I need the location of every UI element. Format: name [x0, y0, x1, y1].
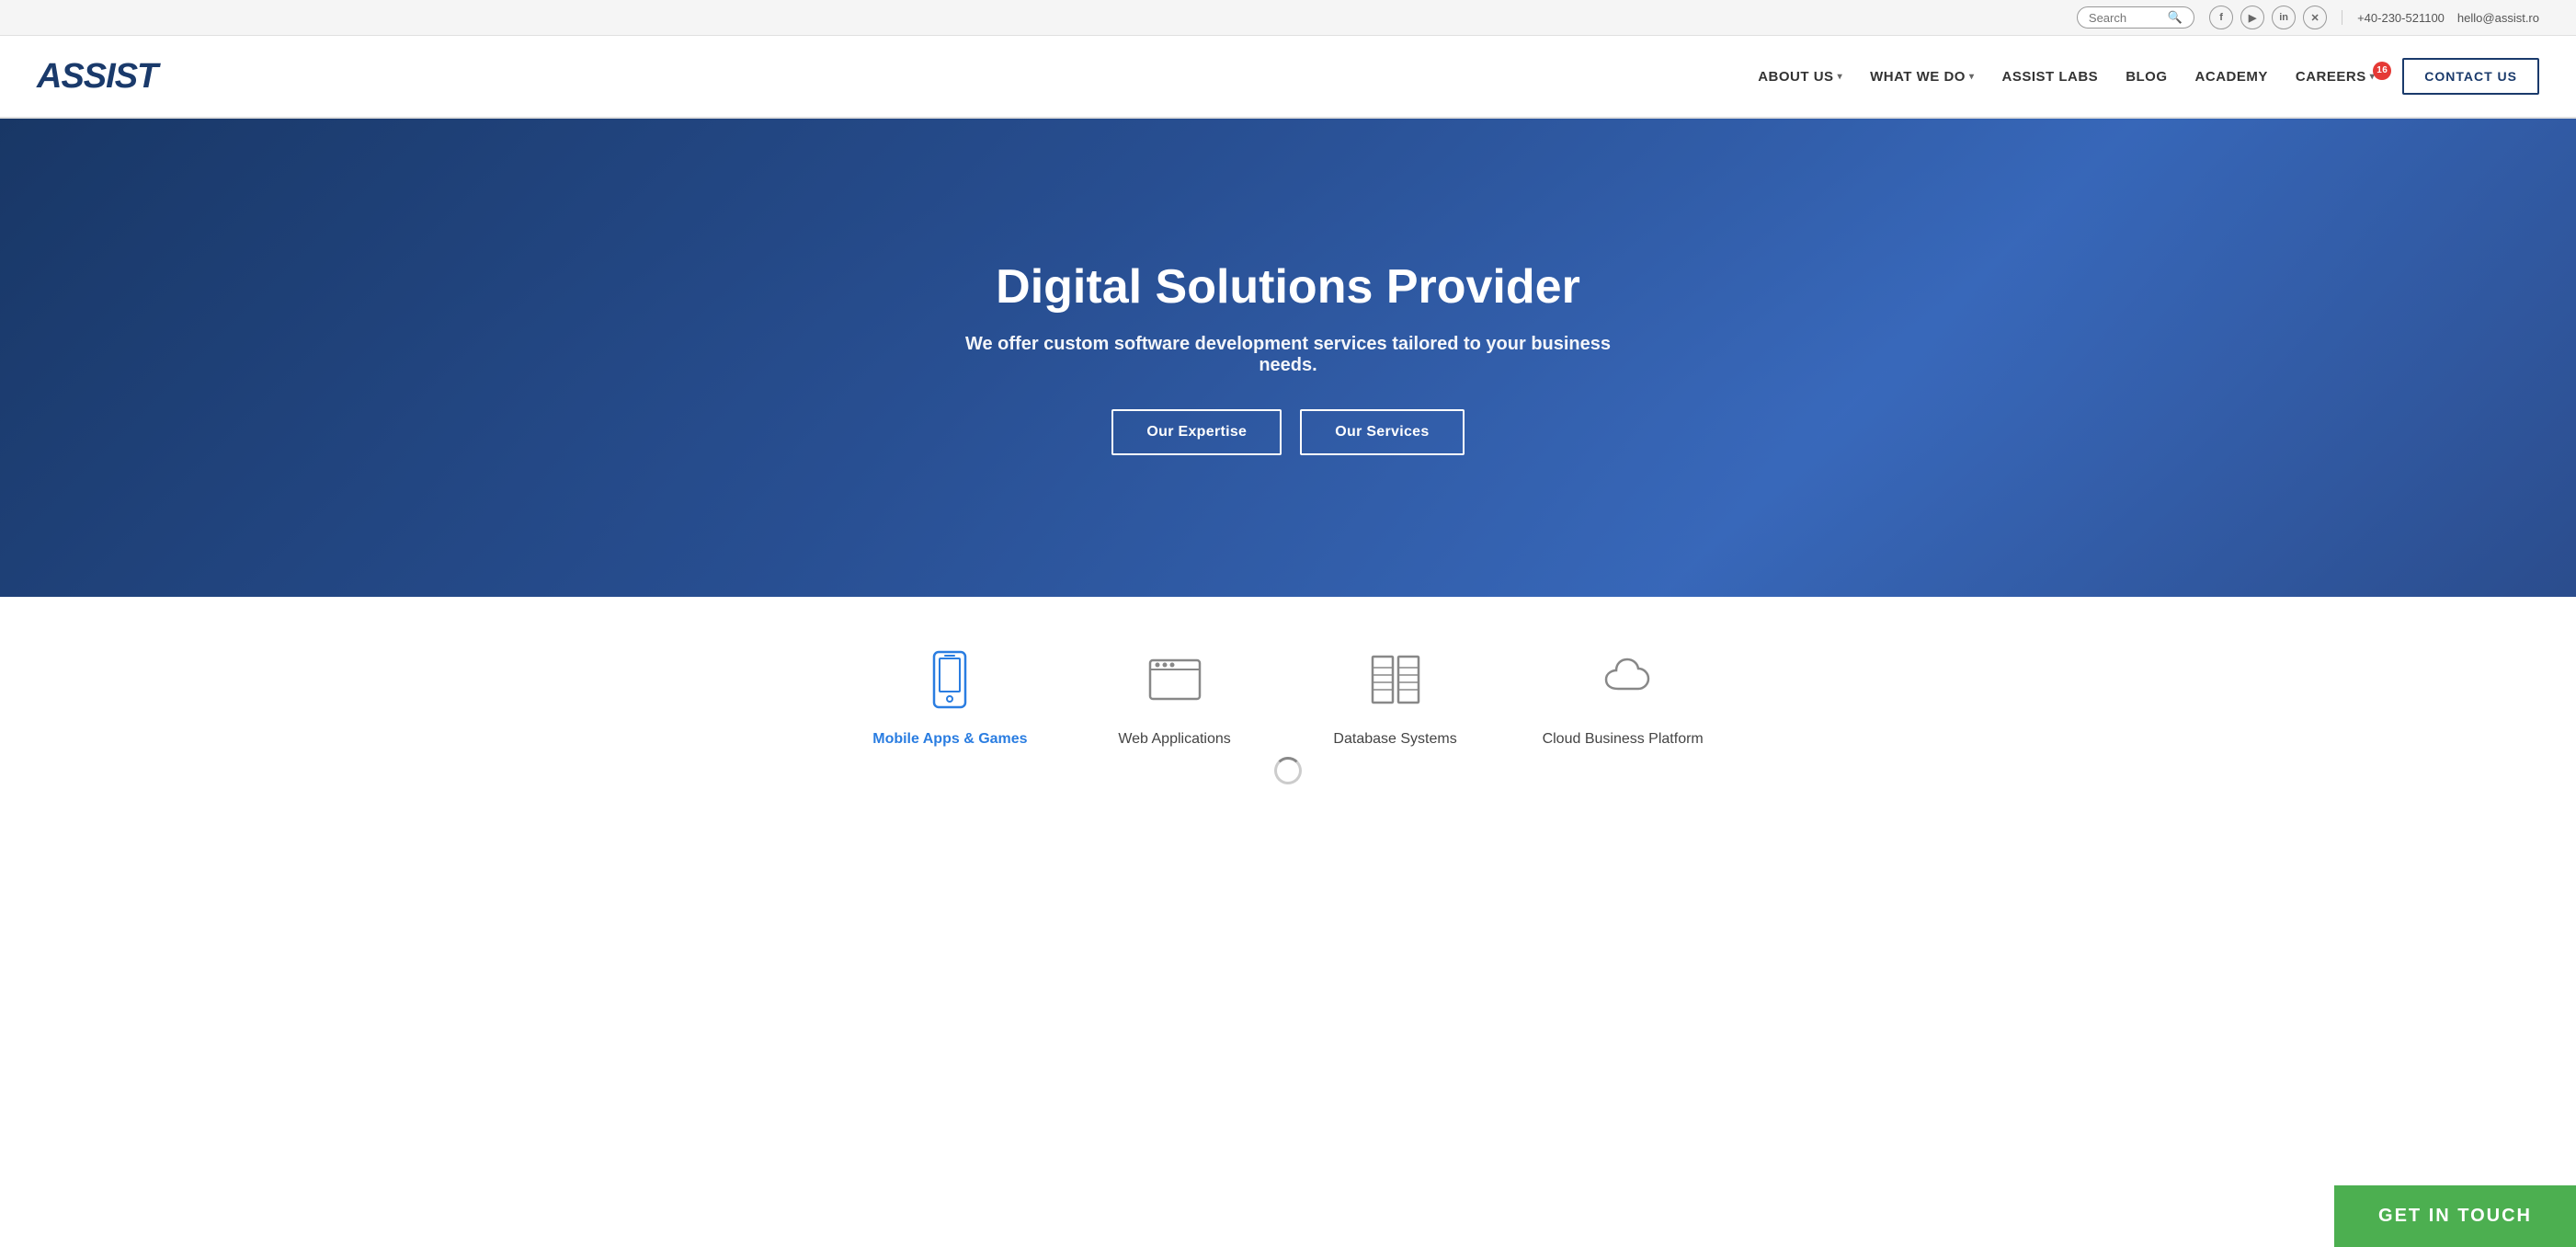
- contact-info: +40-230-521100 hello@assist.ro: [2357, 11, 2539, 25]
- mobile-icon: [913, 643, 986, 716]
- nav-links: ABOUT US ▾ WHAT WE DO ▾ ASSIST LABS BLOG…: [1758, 58, 2539, 95]
- nav-item-assist-labs[interactable]: ASSIST LABS: [2002, 69, 2099, 85]
- youtube-icon[interactable]: ▶: [2240, 6, 2264, 29]
- cloud-icon: [1586, 643, 1659, 716]
- email-address: hello@assist.ro: [2457, 11, 2539, 25]
- linkedin-icon[interactable]: in: [2272, 6, 2296, 29]
- services-section: Mobile Apps & Games Web Applications: [0, 597, 2576, 821]
- loading-spinner: [1274, 757, 1302, 784]
- service-card-web[interactable]: Web Applications: [1101, 643, 1248, 748]
- nav-label-about: ABOUT US: [1758, 69, 1833, 85]
- our-expertise-button[interactable]: Our Expertise: [1111, 409, 1282, 455]
- nav-label-assist-labs: ASSIST LABS: [2002, 69, 2099, 85]
- database-icon: [1359, 643, 1432, 716]
- xing-icon[interactable]: ✕: [2303, 6, 2327, 29]
- nav-item-careers[interactable]: CAREERS 16 ▾: [2296, 69, 2375, 85]
- dropdown-arrow-what: ▾: [1969, 72, 1975, 82]
- nav-label-academy: ACADEMY: [2195, 69, 2268, 85]
- get-in-touch-button[interactable]: GET IN TOUCH: [2334, 1185, 2576, 1247]
- hero-buttons: Our Expertise Our Services: [957, 409, 1619, 455]
- cloud-label: Cloud Business Platform: [1543, 731, 1704, 748]
- hero-subtitle: We offer custom software development ser…: [957, 334, 1619, 376]
- logo[interactable]: ASSIST: [37, 57, 157, 97]
- logo-text: ASSIST: [37, 57, 157, 96]
- nav-label-what-we-do: WHAT WE DO: [1870, 69, 1966, 85]
- search-icon: 🔍: [2168, 10, 2183, 25]
- our-services-button[interactable]: Our Services: [1300, 409, 1464, 455]
- nav-label-blog: BLOG: [2126, 69, 2167, 85]
- facebook-icon[interactable]: f: [2209, 6, 2233, 29]
- hero-content: Digital Solutions Provider We offer cust…: [920, 260, 1656, 455]
- nav-label-careers: CAREERS: [2296, 69, 2366, 85]
- careers-badge: 16: [2373, 62, 2391, 80]
- loading-spinner-area: [0, 748, 2576, 784]
- hero-section: Digital Solutions Provider We offer cust…: [0, 119, 2576, 597]
- social-icons: f ▶ in ✕: [2209, 6, 2327, 29]
- nav-item-blog[interactable]: BLOG: [2126, 69, 2167, 85]
- contact-button[interactable]: CONTACT US: [2402, 58, 2539, 95]
- search-box[interactable]: 🔍: [2077, 6, 2194, 29]
- service-card-cloud[interactable]: Cloud Business Platform: [1543, 643, 1704, 748]
- dropdown-arrow-about: ▾: [1838, 72, 1843, 82]
- nav-item-academy[interactable]: ACADEMY: [2195, 69, 2268, 85]
- nav-item-contact[interactable]: CONTACT US: [2402, 58, 2539, 95]
- mobile-apps-label: Mobile Apps & Games: [872, 731, 1027, 748]
- services-grid: Mobile Apps & Games Web Applications: [644, 643, 1932, 748]
- web-apps-label: Web Applications: [1118, 731, 1230, 748]
- hero-title: Digital Solutions Provider: [957, 260, 1619, 315]
- service-card-database[interactable]: Database Systems: [1322, 643, 1469, 748]
- service-card-mobile[interactable]: Mobile Apps & Games: [872, 643, 1027, 748]
- search-input[interactable]: [2089, 11, 2162, 25]
- web-icon: [1138, 643, 1212, 716]
- top-bar: 🔍 f ▶ in ✕ +40-230-521100 hello@assist.r…: [0, 0, 2576, 36]
- database-label: Database Systems: [1333, 731, 1456, 748]
- navbar: ASSIST ABOUT US ▾ WHAT WE DO ▾ ASSIST LA…: [0, 36, 2576, 119]
- nav-item-about[interactable]: ABOUT US ▾: [1758, 69, 1842, 85]
- phone-number: +40-230-521100: [2357, 11, 2445, 25]
- nav-item-what-we-do[interactable]: WHAT WE DO ▾: [1870, 69, 1974, 85]
